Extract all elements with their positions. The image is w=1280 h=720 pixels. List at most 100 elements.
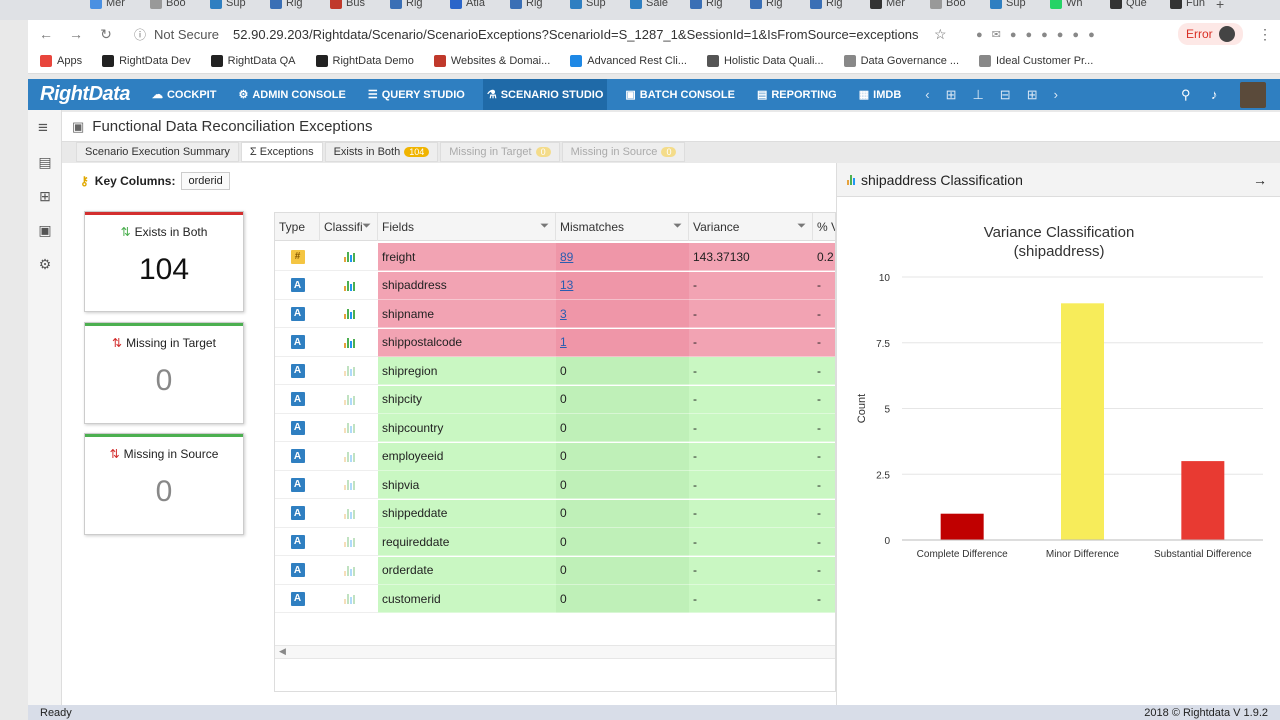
table-row[interactable]: Aemployeeid 0 - - — [275, 442, 835, 471]
browser-tab[interactable]: Sup — [990, 0, 1046, 12]
bookmark-item[interactable]: Websites & Domai... — [433, 54, 550, 67]
browser-tab[interactable]: Sale — [630, 0, 686, 12]
mismatch-count-link[interactable]: 3 — [560, 307, 567, 321]
column-header[interactable]: Mismatches ⏷ — [560, 213, 689, 241]
browser-tab[interactable]: Bus — [330, 0, 386, 12]
summary-card[interactable]: ⇅ Missing in Source 0 — [84, 433, 244, 535]
mismatches-cell[interactable]: 1 — [556, 328, 689, 357]
nav-reporting[interactable]: ▤ REPORTING — [753, 79, 841, 110]
filter-icon[interactable]: ⏷ — [797, 220, 806, 233]
notification-bell-icon[interactable]: ♪ — [1211, 87, 1218, 102]
image-icon[interactable]: ▣ — [36, 222, 54, 238]
table-row[interactable]: Ashipcountry 0 - - — [275, 414, 835, 442]
browser-tab[interactable]: Rig — [510, 0, 566, 12]
table-row[interactable]: Ashipaddress 13 - - — [275, 271, 835, 300]
add-scenario-icon[interactable]: ⊞ — [36, 188, 54, 204]
bar-minor-difference[interactable] — [1061, 303, 1104, 540]
mismatches-cell[interactable]: 3 — [556, 300, 689, 328]
classification-chart-icon[interactable] — [343, 422, 355, 433]
classification-cell[interactable] — [320, 528, 378, 556]
classification-cell[interactable] — [320, 300, 378, 328]
new-tab-icon[interactable]: + — [1216, 0, 1224, 12]
browser-tab[interactable]: Mer — [90, 0, 146, 12]
mismatches-cell[interactable]: 89 — [556, 243, 689, 271]
reload-icon[interactable]: ↻ — [96, 26, 116, 43]
bookmark-item[interactable]: Apps — [40, 54, 82, 67]
error-badge[interactable]: Error — [1178, 23, 1243, 45]
bookmark-item[interactable]: RightData Dev — [102, 54, 191, 67]
table-row[interactable]: Ashipcity 0 - - — [275, 385, 835, 414]
classification-chart-icon[interactable] — [343, 337, 355, 348]
bookmark-item[interactable]: RightData Demo — [315, 54, 414, 67]
filter-icon[interactable]: ⏷ — [673, 220, 682, 233]
collapse-arrow-icon[interactable]: → — [1253, 172, 1267, 188]
menu-dots-icon[interactable]: ⋮ — [1258, 26, 1272, 43]
link-icon[interactable]: ⚲ — [1181, 87, 1191, 103]
forward-icon[interactable]: → — [66, 26, 86, 42]
classification-cell[interactable] — [320, 328, 378, 357]
table-row[interactable]: Ashipvia 0 - - — [275, 471, 835, 499]
column-header[interactable]: Type — [279, 213, 320, 241]
table-row[interactable]: Acustomerid 0 - - — [275, 585, 835, 613]
folder-icon[interactable]: ▤ — [36, 154, 54, 170]
table-row[interactable]: Arequireddate 0 - - — [275, 528, 835, 556]
classification-cell[interactable] — [320, 556, 378, 585]
bookmark-item[interactable]: RightData QA — [210, 54, 296, 67]
table-row[interactable]: Ashipregion 0 - - — [275, 357, 835, 385]
url-field[interactable]: 52.90.29.203/Rightdata/Scenario/Scenario… — [233, 27, 918, 42]
classification-cell[interactable] — [320, 385, 378, 414]
table-row[interactable]: Ashipname 3 - - — [275, 300, 835, 328]
table-row[interactable]: # freight 89 143.37130 0.2 — [275, 243, 835, 271]
bar-complete-difference[interactable] — [940, 513, 984, 540]
info-icon[interactable]: ⓘ — [130, 26, 150, 43]
nav-cockpit[interactable]: ☁ COCKPIT — [148, 79, 221, 110]
horizontal-scrollbar[interactable]: ◀ — [275, 645, 835, 659]
browser-tab[interactable]: Que — [1110, 0, 1166, 12]
nav-imdb[interactable]: ▦ IMDB — [855, 79, 906, 110]
scroll-left-icon[interactable]: ◀ — [279, 646, 286, 657]
classification-cell[interactable] — [320, 585, 378, 613]
browser-tab[interactable]: Rig — [690, 0, 746, 12]
subtab-1[interactable]: Σ Exceptions — [240, 142, 323, 162]
classification-cell[interactable] — [320, 414, 378, 442]
column-header[interactable]: Classifi ⏷ — [324, 213, 378, 241]
mismatch-count-link[interactable]: 13 — [560, 278, 573, 292]
browser-tab[interactable]: Rig — [270, 0, 326, 12]
nav-admin-console[interactable]: ⚙ ADMIN CONSOLE — [234, 79, 349, 110]
bookmark-item[interactable]: Data Governance ... — [843, 54, 959, 67]
subtab-3[interactable]: Missing in Target 0 — [440, 142, 560, 162]
browser-tab[interactable]: Sup — [210, 0, 266, 12]
classification-chart-icon[interactable] — [343, 479, 355, 490]
browser-tab[interactable]: Rig — [390, 0, 446, 12]
subtab-0[interactable]: Scenario Execution Summary — [76, 142, 239, 162]
mismatch-count-link[interactable]: 89 — [560, 250, 573, 264]
nav-scenario-studio[interactable]: ⚗ SCENARIO STUDIO — [482, 79, 608, 110]
mismatch-count-link[interactable]: 1 — [560, 335, 567, 349]
classification-cell[interactable] — [320, 442, 378, 471]
classification-cell[interactable] — [320, 271, 378, 300]
classification-chart-icon[interactable] — [343, 451, 355, 462]
browser-tab[interactable]: Atla — [450, 0, 506, 12]
classification-cell[interactable] — [320, 499, 378, 528]
filter-icon[interactable]: ⏷ — [362, 220, 371, 233]
classification-chart-icon[interactable] — [343, 251, 355, 262]
column-header[interactable]: % V — [817, 213, 835, 241]
summary-card[interactable]: ⇅ Exists in Both 104 — [84, 211, 244, 312]
classification-chart-icon[interactable] — [343, 394, 355, 405]
bookmark-item[interactable]: Holistic Data Quali... — [706, 54, 824, 67]
browser-tab[interactable]: Boo — [930, 0, 986, 12]
browser-tab[interactable]: Wh — [1050, 0, 1106, 12]
bar-substantial-difference[interactable] — [1181, 461, 1225, 540]
settings-icon[interactable]: ⚙ — [36, 256, 54, 272]
user-avatar[interactable] — [1240, 82, 1266, 108]
classification-chart-icon[interactable] — [343, 308, 355, 319]
classification-chart-icon[interactable] — [343, 565, 355, 576]
mismatches-cell[interactable]: 13 — [556, 271, 689, 300]
classification-cell[interactable] — [320, 357, 378, 385]
browser-tab[interactable]: Boo — [150, 0, 206, 12]
bookmark-item[interactable]: Ideal Customer Pr... — [979, 54, 1093, 67]
classification-chart-icon[interactable] — [343, 365, 355, 376]
browser-tab[interactable]: Mer — [870, 0, 926, 12]
classification-chart-icon[interactable] — [343, 593, 355, 604]
classification-cell[interactable] — [320, 471, 378, 499]
